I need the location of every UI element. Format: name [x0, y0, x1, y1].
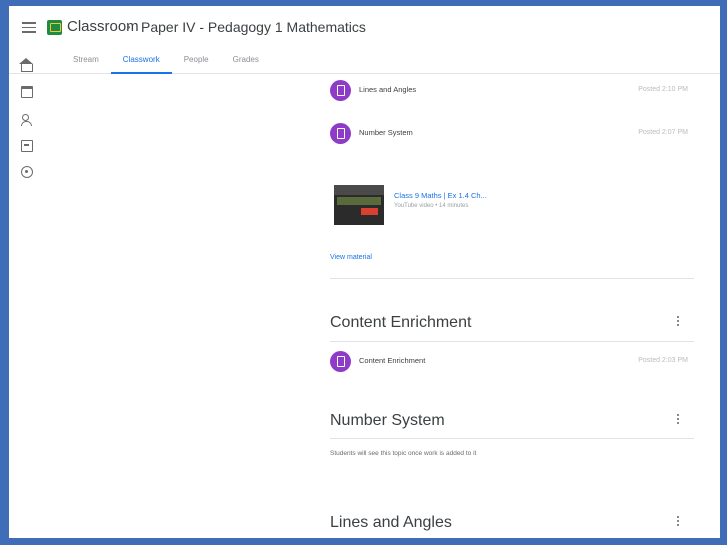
- material-date: Posted 2:03 PM: [638, 357, 688, 364]
- more-options-icon[interactable]: [676, 414, 680, 428]
- tab-people[interactable]: People: [172, 54, 221, 74]
- tab-classwork[interactable]: Classwork: [110, 54, 172, 74]
- material-title: Number System: [359, 128, 413, 137]
- main-menu-icon[interactable]: [22, 22, 36, 34]
- material-date: Posted 2:07 PM: [638, 129, 688, 136]
- video-thumbnail[interactable]: [334, 185, 384, 225]
- material-item[interactable]: Lines and Angles Posted 2:10 PM: [330, 80, 694, 112]
- divider: [330, 341, 694, 342]
- settings-icon[interactable]: [21, 166, 33, 178]
- archive-icon[interactable]: [21, 140, 33, 152]
- material-title: Content Enrichment: [359, 356, 426, 365]
- material-icon: [330, 80, 351, 101]
- divider: [330, 278, 694, 279]
- course-title[interactable]: Paper IV - Pedagogy 1 Mathematics: [141, 19, 366, 35]
- course-tabs: Stream Classwork People Grades: [61, 54, 271, 74]
- more-options-icon[interactable]: [676, 316, 680, 330]
- calendar-icon[interactable]: [21, 86, 33, 98]
- classroom-window: Classroom › Paper IV - Pedagogy 1 Mathem…: [9, 6, 720, 538]
- material-item[interactable]: Number System Posted 2:07 PM: [330, 123, 694, 155]
- classroom-logo[interactable]: [47, 20, 62, 35]
- video-attachment[interactable]: Class 9 Maths | Ex 1.4 Ch... YouTube vid…: [334, 185, 664, 231]
- view-material-link[interactable]: View material: [330, 254, 372, 261]
- attachment-subtitle: YouTube video • 14 minutes: [394, 203, 469, 209]
- material-title: Lines and Angles: [359, 85, 417, 94]
- people-icon[interactable]: [21, 114, 33, 126]
- classwork-content: Lines and Angles Posted 2:10 PM Number S…: [330, 74, 694, 538]
- material-date: Posted 2:10 PM: [638, 86, 688, 93]
- left-rail: [19, 58, 39, 192]
- topic-title: Number System: [330, 412, 445, 429]
- tab-grades[interactable]: Grades: [221, 54, 271, 74]
- topic-title: Lines and Angles: [330, 514, 452, 531]
- material-icon: [330, 123, 351, 144]
- more-options-icon[interactable]: [676, 516, 680, 530]
- material-icon: [330, 351, 351, 372]
- empty-topic-note: Students will see this topic once work i…: [330, 450, 477, 457]
- app-bar: Classroom › Paper IV - Pedagogy 1 Mathem…: [9, 6, 720, 74]
- breadcrumb-separator: ›: [126, 18, 131, 34]
- attachment-title[interactable]: Class 9 Maths | Ex 1.4 Ch...: [394, 191, 487, 200]
- divider: [330, 438, 694, 439]
- topic-title: Content Enrichment: [330, 314, 472, 331]
- material-item[interactable]: Content Enrichment Posted 2:03 PM: [330, 351, 694, 383]
- tab-stream[interactable]: Stream: [61, 54, 111, 74]
- home-icon[interactable]: [19, 58, 33, 72]
